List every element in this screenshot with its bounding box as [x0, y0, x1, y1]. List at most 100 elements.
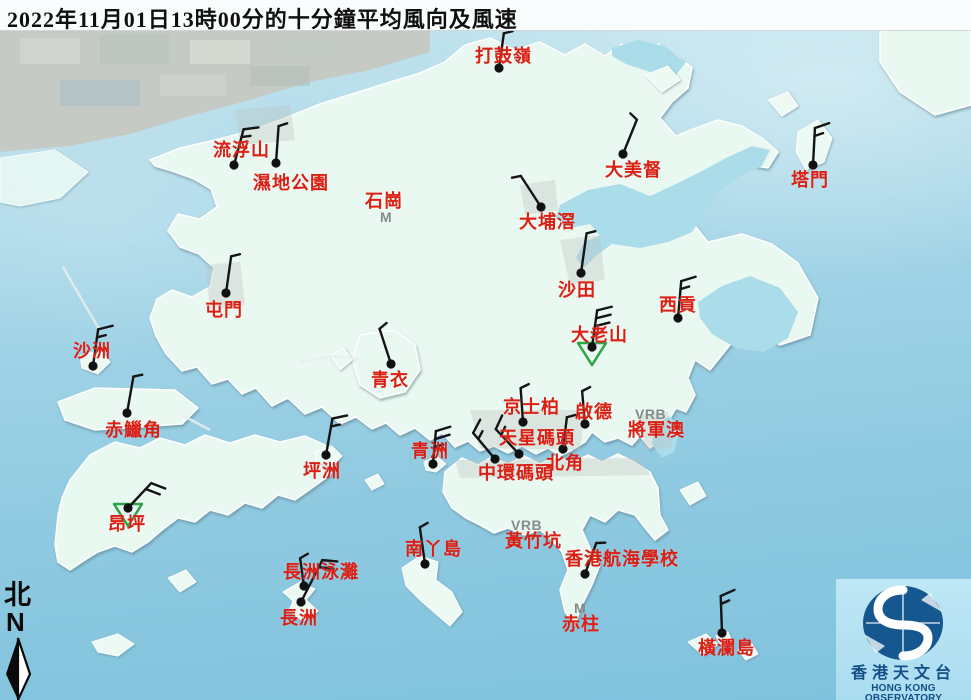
station-marker [123, 503, 132, 512]
wind-barb-staff [276, 126, 279, 163]
station-label: 黃竹坑 [505, 532, 562, 550]
station-tag-vrb: VRB [635, 407, 666, 421]
station-label: 濕地公園 [253, 174, 329, 192]
station-label: 青洲 [411, 442, 449, 460]
station-label: 天星碼頭 [499, 429, 575, 447]
station-label: 長洲 [280, 609, 318, 627]
station-label: 沙田 [558, 281, 596, 299]
station-marker [536, 202, 545, 211]
station-marker [514, 449, 523, 458]
wind-barb-feather [436, 427, 450, 431]
wind-barb-staff [813, 128, 815, 165]
station-label: 京士柏 [503, 398, 560, 416]
wind-barb-feather [521, 384, 529, 388]
station-tag-m: M [574, 601, 586, 615]
wind-barb-staff [326, 419, 332, 455]
hko-logo-zh: 香港天文台 [836, 666, 971, 682]
station-label: 長洲泳灘 [283, 563, 359, 581]
wind-barb-feather [473, 420, 480, 433]
wind-barb-feather [512, 176, 521, 178]
station-marker [221, 288, 230, 297]
wind-barb-feather [300, 554, 308, 559]
wind-barb-feather [98, 326, 113, 330]
wind-barb-feather [231, 254, 240, 256]
wind-barb-staff [521, 176, 541, 207]
station-label: 青衣 [371, 371, 409, 389]
station-marker [386, 359, 395, 368]
compass-needle [6, 638, 30, 700]
station-marker [618, 149, 627, 158]
wind-barb-feather [582, 387, 590, 391]
wind-map: 2022年11月01日13時00分的十分鐘平均風向及風速 北 N 香港天文台 H… [0, 0, 971, 700]
station-label: 啟德 [575, 403, 613, 421]
station-tag-m: M [380, 210, 392, 224]
title-bar: 2022年11月01日13時00分的十分鐘平均風向及風速 [0, 0, 971, 31]
station-marker [122, 408, 131, 417]
wind-barb-staff [623, 120, 637, 154]
station-label: 屯門 [205, 301, 243, 319]
north-label-en: N [6, 609, 25, 635]
station-label: 橫瀾島 [698, 639, 755, 657]
wind-barb-staff [127, 377, 133, 413]
station-label: 南丫島 [405, 540, 462, 558]
wind-barb-feather [420, 523, 428, 528]
station-label: 沙洲 [73, 342, 111, 360]
wind-barb-feather [242, 136, 251, 137]
map-title: 2022年11月01日13時00分的十分鐘平均風向及風速 [7, 2, 518, 34]
wind-barb-feather [815, 123, 829, 128]
wind-barb-feather [587, 231, 596, 233]
station-label: 大美督 [605, 161, 662, 179]
station-label: 塔門 [791, 171, 829, 189]
wind-barb-feather [721, 600, 729, 604]
wind-barb-feather [244, 127, 259, 129]
station-label: 赤柱 [562, 615, 600, 633]
station-label: 大老山 [571, 326, 628, 344]
station-marker [518, 417, 527, 426]
hko-logo-emblem [836, 579, 971, 665]
wind-barb-feather [721, 590, 735, 596]
wind-barb-staff [473, 433, 495, 459]
station-marker [576, 268, 585, 277]
wind-barb-feather [332, 415, 347, 418]
station-marker [420, 559, 429, 568]
station-label: 流浮山 [213, 141, 270, 159]
station-marker [88, 361, 97, 370]
wind-barb-feather [597, 307, 612, 311]
station-label: 石崗 [365, 192, 403, 210]
wind-barb-feather [151, 483, 165, 488]
wind-barb-staff [226, 256, 231, 293]
wind-barb-feather [478, 431, 482, 439]
station-label: 西貢 [659, 296, 697, 314]
north-label-zh: 北 [4, 582, 31, 609]
hko-logo: 香港天文台 HONG KONG OBSERVATORY [836, 579, 971, 700]
station-marker [229, 160, 238, 169]
station-label: 坪洲 [303, 462, 341, 480]
wind-barb-feather [146, 489, 160, 494]
station-label: 中環碼頭 [478, 464, 554, 482]
station-label: 北角 [546, 454, 584, 472]
wind-barb-feather [279, 123, 288, 126]
wind-barb-feather [596, 315, 611, 319]
station-marker [717, 628, 726, 637]
wind-barb-feather [681, 277, 695, 281]
stations-layer [0, 0, 971, 700]
wind-barb-staff [581, 233, 587, 273]
wind-barb-feather [133, 375, 142, 377]
wind-barb-staff [380, 329, 391, 364]
station-label: 香港航海學校 [565, 550, 679, 568]
station-label: 大埔滘 [519, 213, 576, 231]
wind-barb-staff [721, 596, 722, 633]
station-label: 昂坪 [108, 515, 146, 533]
station-marker [296, 597, 305, 606]
hko-logo-en: HONG KONG OBSERVATORY [836, 684, 971, 700]
station-marker [271, 158, 280, 167]
wind-barb-feather [435, 435, 449, 439]
station-label: 將軍澳 [628, 421, 685, 439]
wind-barb-feather [380, 323, 387, 329]
station-marker [808, 160, 817, 169]
station-tag-vrb: VRB [511, 518, 542, 532]
station-label: 赤鱲角 [105, 421, 162, 439]
station-label: 打鼓嶺 [475, 47, 532, 65]
station-marker [580, 569, 589, 578]
station-marker [321, 450, 330, 459]
